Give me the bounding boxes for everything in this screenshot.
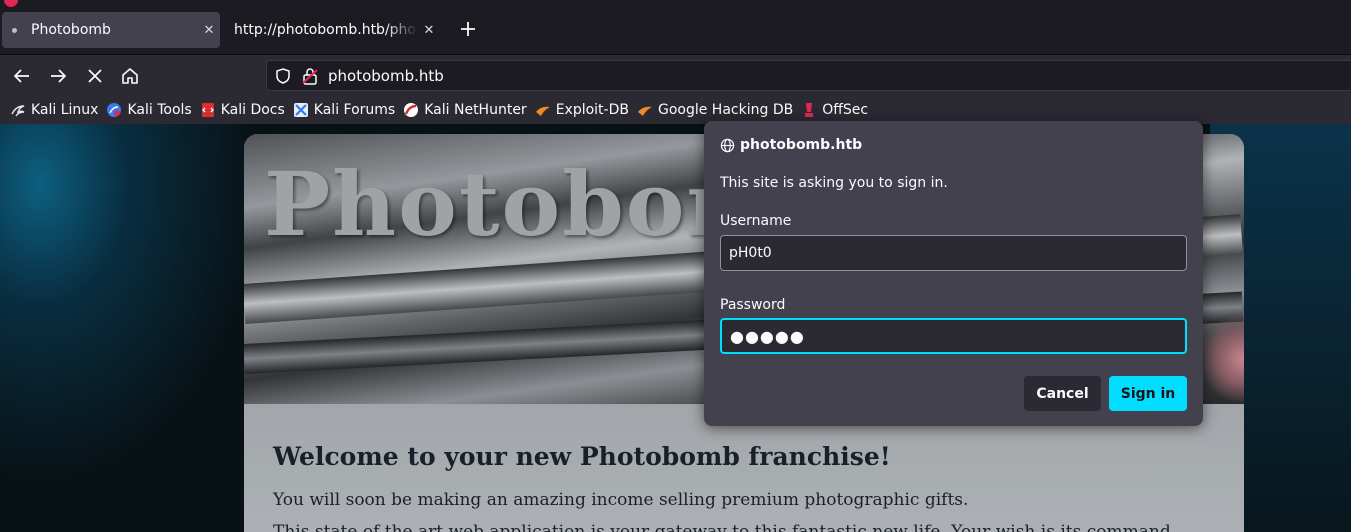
home-icon[interactable] — [118, 64, 142, 88]
forward-icon[interactable] — [46, 64, 70, 88]
sign-in-button[interactable]: Sign in — [1109, 376, 1187, 411]
tab-title: Photobomb — [31, 22, 111, 38]
bookmark-label: Exploit-DB — [555, 102, 629, 118]
username-field[interactable] — [720, 235, 1187, 271]
password-field[interactable] — [720, 318, 1187, 354]
tab-photobomb-url[interactable]: http://photobomb.htb/photobomb ✕ — [224, 12, 440, 48]
bookmark-label: Kali Forums — [313, 102, 396, 118]
exploit-db-icon — [535, 106, 550, 116]
kali-nethunter-icon — [404, 103, 419, 117]
bookmark-kali-nethunter[interactable]: Kali NetHunter — [403, 102, 527, 118]
url-bar[interactable]: photobomb.htb — [266, 60, 1351, 91]
bookmark-label: Kali Linux — [31, 102, 99, 118]
http-auth-dialog: photobomb.htb This site is asking you to… — [704, 121, 1203, 426]
tab-photobomb[interactable]: Photobomb ✕ — [2, 12, 220, 48]
globe-icon — [720, 138, 735, 152]
kali-docs-icon — [201, 103, 214, 117]
username-label: Username — [720, 213, 792, 229]
stop-loading-icon[interactable] — [83, 64, 107, 88]
bookmark-kali-tools[interactable]: Kali Tools — [106, 102, 192, 118]
dialog-host-label: photobomb.htb — [740, 137, 863, 153]
bookmark-label: Kali NetHunter — [424, 102, 527, 118]
tab-strip: Photobomb ✕ http://photobomb.htb/photobo… — [0, 0, 1351, 54]
password-label: Password — [720, 297, 786, 313]
cancel-button[interactable]: Cancel — [1024, 376, 1101, 411]
bookmark-label: OffSec — [822, 102, 869, 118]
tab-title: http://photobomb.htb/photobomb — [234, 22, 418, 38]
dialog-host: photobomb.htb — [720, 137, 862, 153]
navigation-toolbar: photobomb.htb — [0, 54, 1351, 96]
tab-close-icon[interactable]: ✕ — [418, 23, 440, 38]
kali-dragon-icon — [11, 105, 25, 117]
back-icon[interactable] — [10, 64, 34, 88]
offsec-icon — [805, 103, 814, 117]
tracking-protection-shield-icon[interactable] — [274, 67, 292, 85]
bookmark-google-hacking-db[interactable]: Google Hacking DB — [637, 102, 793, 118]
bookmark-kali-forums[interactable]: Kali Forums — [293, 102, 395, 118]
url-text[interactable]: photobomb.htb — [328, 67, 444, 85]
ghdb-icon — [637, 106, 652, 116]
kali-forums-icon — [293, 103, 308, 117]
bookmark-kali-docs[interactable]: Kali Docs — [200, 102, 285, 118]
dialog-message: This site is asking you to sign in. — [720, 175, 948, 191]
tab-close-icon[interactable]: ✕ — [198, 23, 220, 38]
bookmark-offsec[interactable]: OffSec — [801, 102, 868, 118]
new-tab-icon[interactable] — [456, 17, 480, 41]
bookmarks-toolbar: Kali Linux Kali Tools Kali Docs Kali For… — [0, 96, 1351, 124]
bookmark-kali-linux[interactable]: Kali Linux — [10, 102, 98, 118]
bookmark-label: Kali Tools — [127, 102, 192, 118]
bookmark-label: Google Hacking DB — [657, 102, 794, 118]
tab-loading-icon — [12, 27, 17, 33]
bookmark-label: Kali Docs — [220, 102, 285, 118]
bookmark-exploit-db[interactable]: Exploit-DB — [535, 102, 629, 118]
kali-tools-icon — [107, 103, 122, 117]
window-close-button[interactable] — [4, 0, 18, 7]
insecure-lock-icon[interactable] — [302, 67, 318, 85]
